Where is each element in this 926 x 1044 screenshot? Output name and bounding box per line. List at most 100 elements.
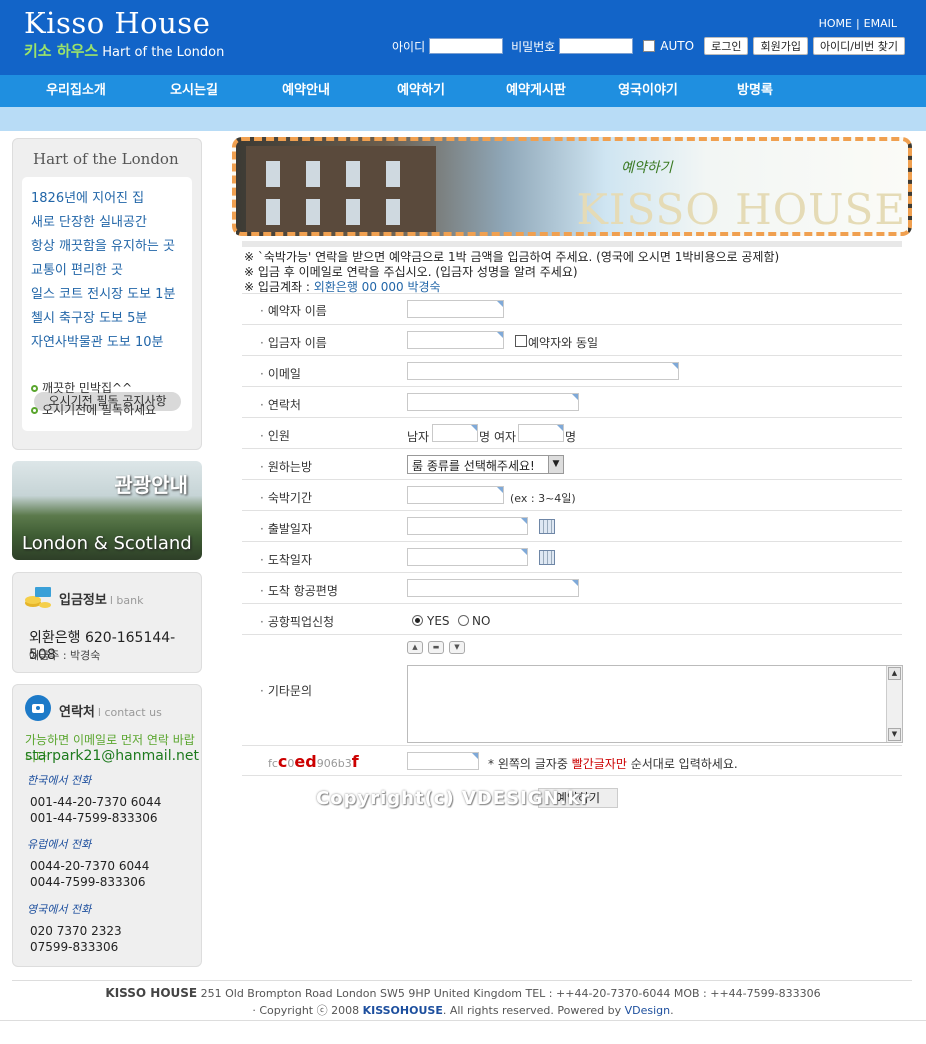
auto-login-checkbox[interactable] (643, 40, 656, 52)
field-label: 출발일자 (260, 520, 312, 537)
captcha-char-red: f (351, 752, 359, 771)
features-list: 1826년에 지어진 집 새로 단장한 실내공간 항상 깨끗함을 유지하는 곳 … (22, 177, 192, 431)
auto-login-label: AUTO (660, 39, 695, 53)
phone-number: 0044-20-7370 6044 (30, 859, 150, 873)
form-row: 출발일자 (242, 510, 902, 541)
yes-label: YES (427, 614, 450, 628)
home-link[interactable]: HOME (819, 17, 852, 30)
join-button[interactable]: 회원가입 (753, 37, 808, 55)
feature-item[interactable]: 첼시 축구장 도보 5분 (31, 307, 147, 326)
stay-length-input[interactable] (407, 486, 504, 504)
phone-number: 001-44-20-7370 6044 (30, 795, 162, 809)
captcha-code: fcc0ed906b3f (268, 752, 359, 771)
region-label: 한국에서 전화 (27, 774, 92, 787)
password-input[interactable] (559, 38, 634, 54)
phone-list: 0044-20-7370 6044 0044-7599-833306 (22, 853, 192, 893)
flight-number-input[interactable] (407, 579, 579, 597)
same-as-booker-checkbox[interactable] (515, 335, 527, 347)
feature-item[interactable]: 자연사박물관 도보 10분 (31, 331, 163, 350)
main-nav: 우리집소개 오시는길 예약안내 예약하기 예약게시판 영국이야기 방명록 (0, 75, 926, 107)
nav-item-directions[interactable]: 오시는길 (152, 75, 236, 107)
reset-icon[interactable]: ▬ (428, 641, 444, 654)
notice-text: ※ 입금계좌 : (244, 280, 314, 294)
phone-number: 020 7370 2323 (30, 924, 122, 938)
feature-item[interactable]: 1826년에 지어진 집 (31, 187, 144, 206)
captcha-char: fc (268, 757, 278, 770)
field-label: 숙박기간 (260, 489, 312, 506)
deposit-account: 외환은행 00 000 박경숙 (313, 280, 441, 294)
nav-item-guestbook[interactable]: 방명록 (690, 75, 820, 107)
form-row: 예약자 이름 (242, 293, 902, 324)
scroll-up-icon[interactable]: ▲ (888, 667, 901, 680)
notice-text: 깨끗한 민박집^^ (42, 381, 133, 395)
form-row: 입금자 이름 예약자와 동일 (242, 324, 902, 355)
contact-title-text: 연락처 (59, 705, 95, 720)
nav-item-reserve[interactable]: 예약하기 (376, 75, 466, 107)
footer-copyright: · Copyright ⓒ 2008 KISSOHOUSE. All right… (0, 1002, 926, 1018)
calendar-icon[interactable] (539, 519, 555, 534)
scroll-down-icon[interactable]: ▼ (888, 728, 901, 741)
male-label: 남자 (407, 430, 430, 444)
expand-icon[interactable]: ▲ (407, 641, 423, 654)
nav-item-reservation-guide[interactable]: 예약안내 (236, 75, 376, 107)
form-row: 공항픽업신청 YES NO (242, 603, 902, 634)
inquiry-textarea[interactable]: ▲ ▼ (407, 665, 903, 743)
shrink-icon[interactable]: ▼ (449, 641, 465, 654)
field-label: 기타문의 (260, 682, 312, 699)
logo-title[interactable]: Kisso House (24, 6, 210, 40)
no-label: NO (472, 614, 491, 628)
calendar-icon[interactable] (539, 550, 555, 565)
nav-item-reservation-board[interactable]: 예약게시판 (466, 75, 606, 107)
captcha-input[interactable] (407, 752, 479, 770)
feature-item[interactable]: 새로 단장한 실내공간 (31, 211, 147, 230)
notice-item[interactable]: 깨끗한 민박집^^ (31, 379, 132, 396)
banner-label: 예약하기 (621, 160, 673, 176)
arrival-date-input[interactable] (407, 548, 528, 566)
form-row: 도착일자 (242, 541, 902, 572)
email-input[interactable] (407, 362, 679, 380)
feature-item[interactable]: 일스 코트 전시장 도보 1분 (31, 283, 175, 302)
depositor-name-input[interactable] (407, 331, 504, 349)
footer-brand: KISSO HOUSE (105, 986, 198, 1000)
phone-number: 0044-7599-833306 (30, 875, 146, 889)
phone-input[interactable] (407, 393, 579, 411)
room-type-select[interactable]: 룸 종류를 선택해주세요! ▼ (407, 455, 564, 474)
stay-hint: (ex : 3~4일) (510, 492, 576, 505)
divider (242, 241, 902, 247)
site-header: Kisso House 키소 하우스 Hart of the London HOM… (0, 0, 926, 75)
sub-nav-bar (0, 107, 926, 131)
captcha-char-red: ed (294, 752, 317, 771)
find-account-button[interactable]: 아이디/비번 찾기 (812, 37, 905, 55)
feature-item[interactable]: 항상 깨끗함을 유지하는 곳 (31, 235, 175, 254)
id-label: 아이디 (392, 39, 426, 54)
pickup-yes-radio[interactable] (412, 615, 423, 626)
form-row: 도착 항공편명 (242, 572, 902, 603)
feature-item[interactable]: 교통이 편리한 곳 (31, 259, 123, 278)
coins-icon (25, 587, 51, 608)
bank-title: 입금정보 l bank (59, 589, 143, 608)
tour-banner[interactable]: 관광안내 London & Scotland (12, 461, 202, 560)
footer-address-text: 251 Old Brompton Road London SW5 9HP Uni… (197, 987, 821, 1000)
region-label: 유럽에서 전화 (27, 838, 92, 851)
form-row: 이메일 (242, 355, 902, 386)
departure-date-input[interactable] (407, 517, 528, 535)
login-button[interactable]: 로그인 (704, 37, 749, 55)
notice-item[interactable]: 오시기전에 필독하세요 (31, 401, 156, 418)
scrollbar[interactable]: ▲ ▼ (886, 666, 902, 742)
contact-title-en: l contact us (97, 706, 162, 719)
email-link[interactable]: EMAIL (864, 17, 897, 30)
bank-title-text: 입금정보 (59, 593, 107, 608)
nav-item-intro[interactable]: 우리집소개 (0, 75, 152, 107)
id-input[interactable] (429, 38, 504, 54)
vdesign-link[interactable]: VDesign (625, 1004, 671, 1017)
captcha-note: * 왼쪽의 글자중 빨간글자만 순서대로 입력하세요. (488, 755, 738, 772)
male-count-input[interactable] (432, 424, 478, 442)
booker-name-input[interactable] (407, 300, 504, 318)
features-title: Hart of the London (33, 150, 179, 168)
nav-item-uk-story[interactable]: 영국이야기 (606, 75, 690, 107)
pickup-no-radio[interactable] (458, 615, 469, 626)
login-form: 아이디 비밀번호 AUTO 로그인 회원가입 아이디/비번 찾기 (392, 36, 905, 56)
tour-subtitle: London & Scotland (22, 533, 192, 554)
contact-email[interactable]: starpark21@hanmail.net (25, 748, 199, 764)
female-count-input[interactable] (518, 424, 564, 442)
